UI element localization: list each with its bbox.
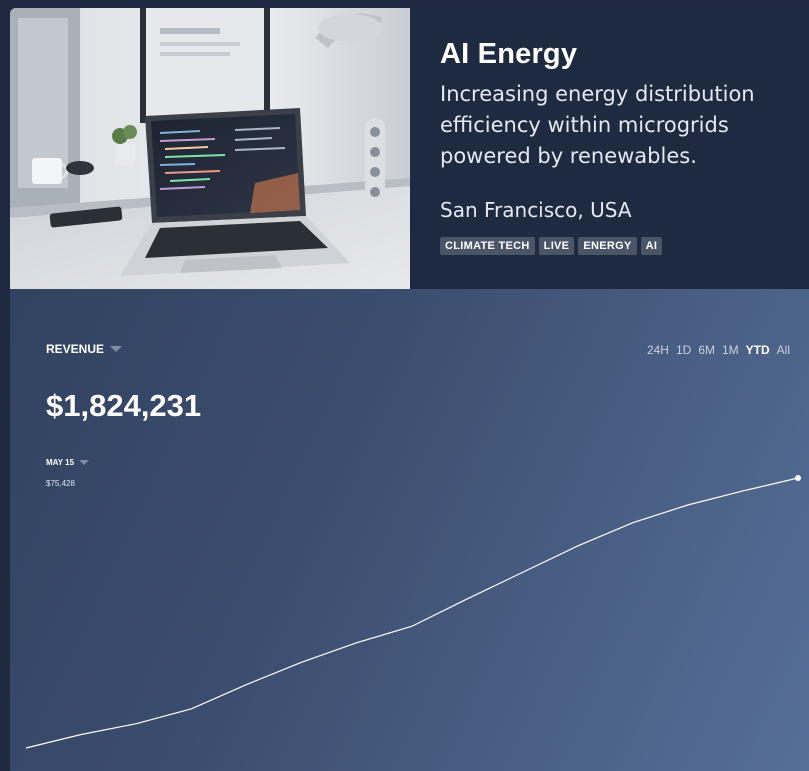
metric-dropdown[interactable]: REVENUE [46,342,123,356]
metric-value: $1,824,231 [46,388,202,423]
company-description: Increasing energy distribution efficienc… [440,82,755,168]
range-ytd[interactable]: YTD [746,343,770,357]
company-photo [10,8,410,289]
range-6m[interactable]: 6M [698,343,715,357]
tag-live[interactable]: LIVE [538,237,575,255]
metric-label: REVENUE [46,342,105,356]
chevron-down-icon [110,346,123,352]
data-point[interactable] [795,475,801,481]
tag-climate-tech[interactable]: CLIMATE TECH [440,237,535,255]
revenue-line [25,477,799,749]
range-all[interactable]: All [777,343,790,357]
tag-list: CLIMATE TECH LIVE ENERGY AI [440,237,800,255]
range-1m[interactable]: 1M [722,343,739,357]
company-title: AI Energy [440,38,578,70]
range-24h[interactable]: 24H [647,343,669,357]
tag-ai[interactable]: AI [640,237,663,255]
company-location: San Francisco, USA [440,198,632,222]
range-1d[interactable]: 1D [676,343,691,357]
tag-energy[interactable]: ENERGY [578,237,637,255]
company-card: AI Energy Increasing energy distribution… [10,8,809,771]
company-header: AI Energy Increasing energy distribution… [10,8,809,289]
company-info: AI Energy Increasing energy distribution… [440,38,800,255]
time-range-selector: 24H 1D 6M 1M YTD All [647,343,790,357]
revenue-chart[interactable] [10,448,809,771]
